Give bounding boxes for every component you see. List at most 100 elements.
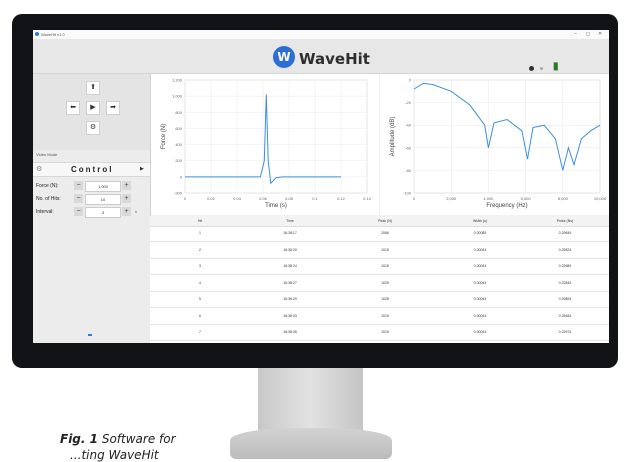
plot-area xyxy=(184,79,368,194)
table-cell: 1015 xyxy=(381,313,389,318)
y-tick-label: -60 xyxy=(405,145,412,150)
table-row[interactable]: 4 16:38:27 1025 0.00044 0.22849 xyxy=(150,277,609,292)
force-input[interactable]: 1,000 xyxy=(85,181,121,192)
table-cell: 1015 xyxy=(381,330,389,334)
y-tick-label: 400 xyxy=(175,142,182,147)
y-axis-label: Force (N) xyxy=(161,124,167,149)
status-dot-secondary-icon xyxy=(540,67,543,70)
move-left-icon[interactable]: ⬅ xyxy=(66,101,80,115)
figure-caption-text: Software for xyxy=(101,432,176,446)
play-button[interactable]: ▶ xyxy=(86,101,100,115)
table-cell: 16:38:27 xyxy=(283,280,297,285)
y-tick-label: 200 xyxy=(175,158,182,163)
move-right-icon[interactable]: ➡ xyxy=(106,101,120,115)
x-tick-label: 4,000 xyxy=(483,196,494,201)
table-cell: 5 xyxy=(199,297,201,301)
table-row[interactable]: 5 16:38:29 1028 0.00044 0.29894 xyxy=(150,293,609,308)
hits-input[interactable]: 10 xyxy=(85,194,121,205)
force-decrement-button[interactable]: − xyxy=(74,181,83,190)
table-row[interactable]: 7 16:38:35 1015 0.00044 0.22974 xyxy=(150,326,609,341)
x-tick-label: 0.02 xyxy=(207,196,216,201)
y-tick-label: 1,000 xyxy=(172,94,183,99)
interval-input[interactable]: 3 xyxy=(85,207,121,218)
col-header-time: Time xyxy=(286,219,294,223)
x-tick-label: 0 xyxy=(184,196,187,201)
x-axis-label: Time (s) xyxy=(265,203,287,209)
amplitude-chart-svg: 0-20-40-60-80-1000 2,000 4,000 6,000 8,000 10… xyxy=(390,78,607,210)
x-axis-label: Frequency (Hz) xyxy=(486,203,527,209)
table-cell: 0.22849 xyxy=(558,280,572,285)
settings-icon[interactable]: ⚙ xyxy=(86,121,100,135)
monitor-stand-base xyxy=(230,428,392,459)
maximize-icon[interactable]: ◻ xyxy=(586,31,590,37)
table-cell: 0.25484 xyxy=(558,313,572,318)
y-tick-label: -20 xyxy=(405,100,412,105)
y-tick-label: 1,200 xyxy=(172,78,183,83)
table-cell: 0.29849 xyxy=(558,231,572,235)
x-tick-label: 8,000 xyxy=(558,196,569,201)
table-row[interactable]: 6 16:38:33 1015 0.00044 0.25484 xyxy=(150,310,609,325)
x-tick-label: 0.1 xyxy=(312,196,318,201)
camera-control-pad: ⬆ ⬅ ▶ ➡ ⚙ xyxy=(33,74,150,150)
wavehit-logo: W xyxy=(273,46,295,68)
table-cell: 6 xyxy=(199,313,201,318)
run-arrow-icon[interactable]: ▶ xyxy=(140,166,144,172)
y-tick-label: 0 xyxy=(409,78,412,83)
table-cell: 1025 xyxy=(381,280,389,285)
title-bar: WaveHit v1.0 – ◻ ✕ xyxy=(33,30,609,39)
table-cell: 2 xyxy=(199,247,201,252)
gear-icon[interactable]: ⚙ xyxy=(36,165,42,173)
monitor-stand xyxy=(258,368,363,432)
table-cell: 0.00044 xyxy=(473,297,487,301)
brand-name: WaveHit xyxy=(299,50,370,68)
app-header: W WaveHit ▮ xyxy=(33,39,609,74)
x-tick-label: 2,000 xyxy=(446,196,457,201)
table-cell: 16:38:17 xyxy=(283,231,297,235)
interval-increment-button[interactable]: + xyxy=(122,207,131,216)
close-icon[interactable]: ✕ xyxy=(598,31,602,37)
table-row[interactable]: 1 16:38:17 2066 0.00085 0.29849 xyxy=(150,227,609,242)
plot-area xyxy=(413,79,601,194)
force-chart-svg: 1,2001,0008006004002000-2000 0.02 0.04 0.06… xyxy=(161,78,372,210)
table-cell: 16:38:24 xyxy=(283,264,297,268)
table-cell: 0.29894 xyxy=(558,297,572,301)
table-cell: 0.00085 xyxy=(473,231,487,235)
figure-caption-line2: ...ting WaveHit xyxy=(70,448,159,462)
app-icon xyxy=(35,32,39,36)
hits-increment-button[interactable]: + xyxy=(122,194,131,203)
table-cell: 3 xyxy=(199,264,201,268)
col-header-hit: Hit xyxy=(197,219,203,223)
status-dot-icon xyxy=(529,66,534,71)
hits-decrement-button[interactable]: − xyxy=(74,194,83,203)
table-cell: 0.29824 xyxy=(558,247,572,252)
table-cell: 16:38:20 xyxy=(283,247,297,252)
interval-decrement-button[interactable]: − xyxy=(74,207,83,216)
move-up-icon[interactable]: ⬆ xyxy=(86,81,100,95)
hits-label: No. of Hits: xyxy=(36,196,61,202)
minimize-icon[interactable]: – xyxy=(574,31,577,37)
table-row[interactable]: 2 16:38:20 1015 0.00044 0.29824 xyxy=(150,244,609,259)
table-cell: 0.00044 xyxy=(473,280,487,285)
table-cell: 16:38:33 xyxy=(283,313,297,318)
amplitude-chart: 0 -20 -40 -60 -80 -100 0 2,000 4,000 6,000 8,000 10… xyxy=(380,74,609,215)
force-increment-button[interactable]: + xyxy=(122,181,131,190)
x-tick-label: 10,000 xyxy=(594,196,607,201)
table-cell: 0.00044 xyxy=(473,264,487,268)
force-label: Force (N): xyxy=(36,183,59,189)
table-cell: 0.00044 xyxy=(473,313,487,318)
table-cell: 0.00044 xyxy=(473,247,487,252)
figure-caption: Fig. 1 Software for xyxy=(60,432,176,446)
table-row[interactable]: 3 16:38:24 1016 0.00044 0.22689 xyxy=(150,260,609,275)
interval-row: Interval: − 3 + s xyxy=(36,207,148,218)
col-header-peak: Peak (N) xyxy=(378,219,392,223)
x-tick-label: 6,000 xyxy=(521,196,532,201)
interval-label: Interval: xyxy=(36,209,54,215)
y-tick-label: 600 xyxy=(175,126,182,131)
table-header: Hit Time Peak (N) Width (s) Pulse (Ns) xyxy=(150,216,609,227)
y-tick-label: 0 xyxy=(180,174,183,179)
y-tick-label: 800 xyxy=(175,110,182,115)
x-tick-label: 0.08 xyxy=(285,196,294,201)
table-cell: 4 xyxy=(199,280,201,285)
y-tick-label: -40 xyxy=(405,123,412,128)
battery-icon[interactable]: ▮ xyxy=(553,61,559,72)
